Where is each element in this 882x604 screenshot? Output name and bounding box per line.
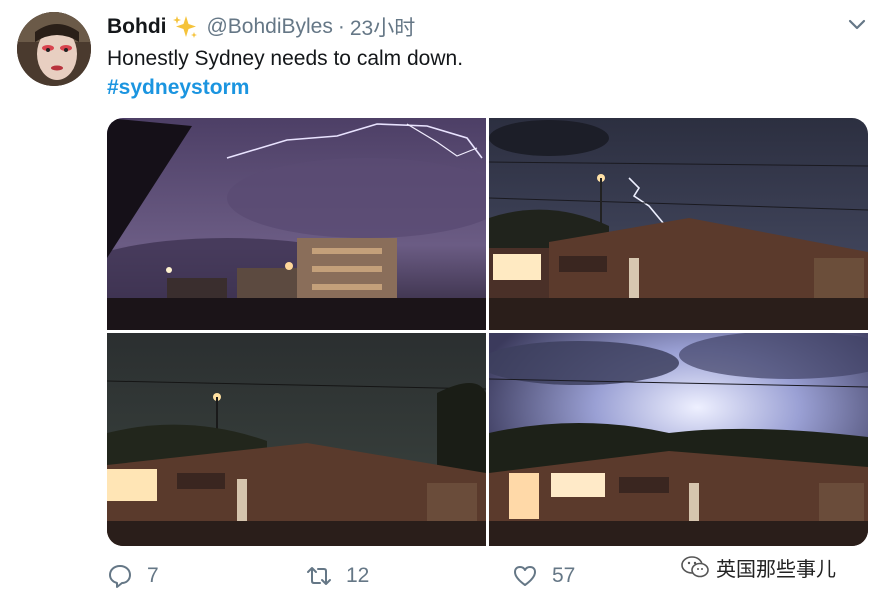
storm-photo-dark <box>107 333 486 546</box>
storm-photo-buildings <box>107 118 486 330</box>
media-grid <box>107 118 868 546</box>
retweet-button[interactable]: 12 <box>306 560 369 592</box>
storm-photo-lightning <box>489 118 868 330</box>
tweet-header: Bohdi @BohdiByles · 23小时 <box>107 13 415 41</box>
sparkles-icon <box>173 16 198 38</box>
timestamp[interactable]: 23小时 <box>350 12 415 42</box>
tweet-text: Honestly Sydney needs to calm down. <box>107 47 464 70</box>
photo-2[interactable] <box>489 118 868 330</box>
author-handle[interactable]: @BohdiByles <box>206 15 332 39</box>
photo-3[interactable] <box>107 333 486 546</box>
separator-dot: · <box>337 15 345 38</box>
hashtag-link[interactable]: #sydneystorm <box>107 74 249 102</box>
watermark-text: 英国那些事儿 <box>716 558 836 581</box>
author-name[interactable]: Bohdi <box>107 15 166 39</box>
avatar-image <box>17 12 91 86</box>
photo-4[interactable] <box>489 333 868 546</box>
avatar[interactable] <box>17 12 91 86</box>
reply-count: 7 <box>147 564 159 587</box>
retweet-icon <box>307 567 331 585</box>
like-button[interactable]: 57 <box>512 560 575 592</box>
retweet-count: 12 <box>346 564 370 587</box>
storm-photo-bright <box>489 333 868 546</box>
like-count: 57 <box>552 564 576 587</box>
chevron-down-icon[interactable] <box>846 14 868 34</box>
wechat-icon <box>681 556 709 578</box>
photo-1[interactable] <box>107 118 486 330</box>
reply-button[interactable]: 7 <box>107 560 159 592</box>
heart-icon <box>514 566 536 586</box>
watermark: 英国那些事儿 <box>680 552 836 582</box>
reply-icon <box>109 565 131 588</box>
